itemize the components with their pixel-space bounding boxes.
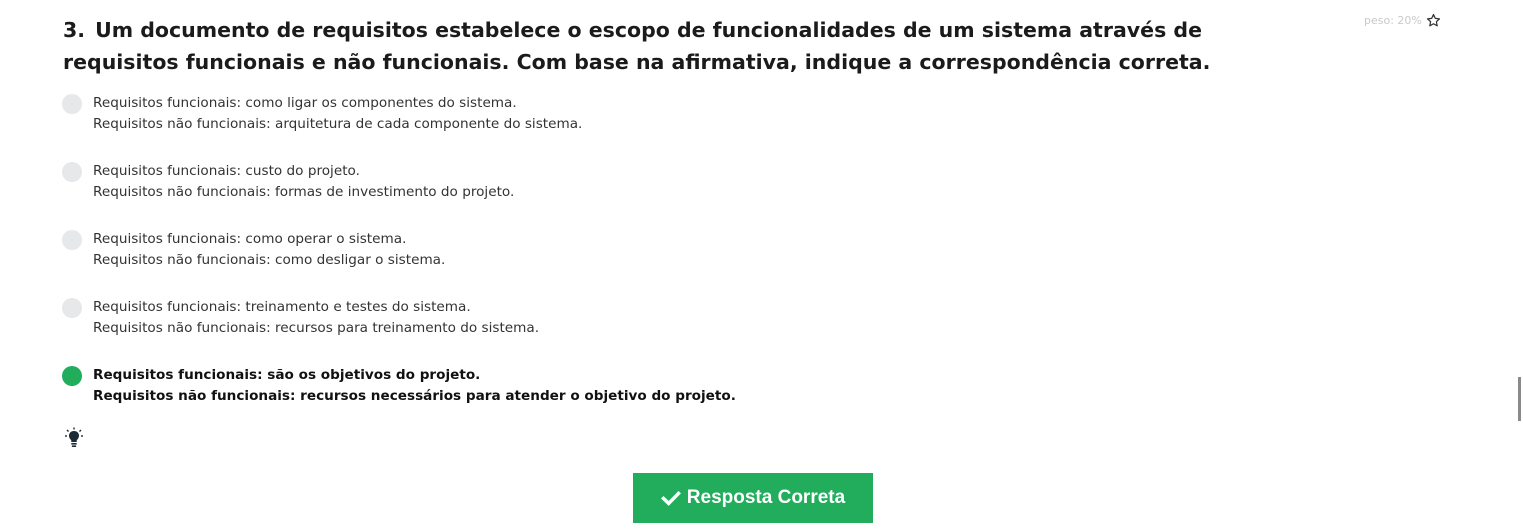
answer-option-3[interactable]: Requisitos funcionais: como operar o sis…: [62, 229, 1162, 297]
option-text: Requisitos funcionais: são os objetivos …: [93, 365, 736, 407]
question-heading: 3. Um documento de requisitos estabelece …: [63, 14, 1293, 78]
option-line-functional: Requisitos funcionais: como ligar os com…: [93, 95, 517, 111]
option-line-nonfunctional: Requisitos não funcionais: recursos para…: [93, 320, 540, 336]
star-outline-icon[interactable]: [1426, 13, 1441, 28]
option-line-functional: Requisitos funcionais: custo do projeto.: [93, 163, 360, 179]
weight-label: peso: 20%: [1364, 14, 1422, 27]
option-line-functional: Requisitos funcionais: são os objetivos …: [93, 367, 481, 383]
option-text: Requisitos funcionais: custo do projeto.…: [93, 161, 514, 203]
question-number: 3.: [63, 18, 86, 42]
option-line-nonfunctional: Requisitos não funcionais: como desligar…: [93, 252, 446, 268]
radio-button[interactable]: [62, 230, 82, 250]
lightbulb-icon[interactable]: [65, 427, 83, 449]
radio-button-selected[interactable]: [62, 366, 82, 386]
radio-button[interactable]: [62, 298, 82, 318]
question-weight: peso: 20%: [1364, 13, 1441, 28]
answer-option-4[interactable]: Requisitos funcionais: treinamento e tes…: [62, 297, 1162, 365]
option-line-nonfunctional: Requisitos não funcionais: recursos nece…: [93, 388, 736, 404]
radio-button[interactable]: [62, 162, 82, 182]
question-text: Um documento de requisitos estabelece o …: [63, 18, 1211, 74]
correct-answer-button[interactable]: Resposta Correta: [633, 473, 873, 523]
option-line-nonfunctional: Requisitos não funcionais: arquitetura d…: [93, 116, 583, 132]
option-text: Requisitos funcionais: como ligar os com…: [93, 93, 582, 135]
option-line-nonfunctional: Requisitos não funcionais: formas de inv…: [93, 184, 515, 200]
option-text: Requisitos funcionais: como operar o sis…: [93, 229, 445, 271]
scrollbar[interactable]: [1518, 377, 1521, 421]
answer-option-1[interactable]: Requisitos funcionais: como ligar os com…: [62, 93, 1162, 161]
question-page: 3. Um documento de requisitos estabelece …: [0, 0, 1523, 529]
radio-button[interactable]: [62, 94, 82, 114]
button-label: Resposta Correta: [686, 487, 846, 508]
check-icon: [660, 488, 681, 508]
option-line-functional: Requisitos funcionais: treinamento e tes…: [93, 299, 471, 315]
option-text: Requisitos funcionais: treinamento e tes…: [93, 297, 539, 339]
answer-option-5-selected[interactable]: Requisitos funcionais: são os objetivos …: [62, 365, 1162, 433]
answer-options: Requisitos funcionais: como ligar os com…: [62, 93, 1162, 433]
answer-option-2[interactable]: Requisitos funcionais: custo do projeto.…: [62, 161, 1162, 229]
option-line-functional: Requisitos funcionais: como operar o sis…: [93, 231, 407, 247]
